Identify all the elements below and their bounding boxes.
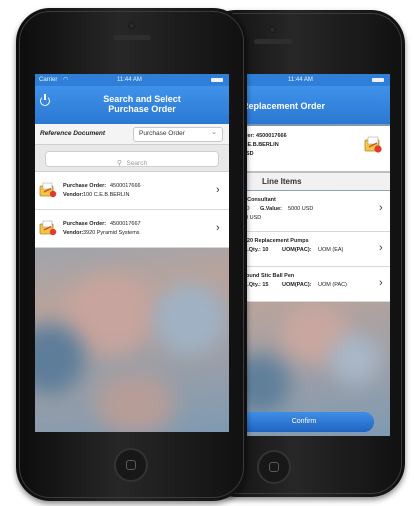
section-header: Line Items xyxy=(240,173,390,190)
item-value: 5000 USD xyxy=(288,206,314,212)
battery-icon xyxy=(211,78,223,82)
power-icon-stem xyxy=(44,94,46,100)
speaker xyxy=(113,35,151,40)
vendor-label: Vendor: xyxy=(63,192,84,198)
back-screen: 11:44 AM Replacement Order rder: 4500017… xyxy=(240,74,390,436)
page-title-line1: Search and Select xyxy=(103,94,181,104)
home-button[interactable] xyxy=(114,448,148,482)
page-title: Replacement Order xyxy=(242,101,326,111)
line-item[interactable]: Round Stic Ball Pen ut.Qty.: 15 UOM(PAC)… xyxy=(240,267,390,302)
status-time: 11:44 AM xyxy=(288,77,313,83)
battery-icon xyxy=(372,78,384,82)
speaker xyxy=(254,39,292,44)
reference-select[interactable]: Purchase Order ⌄ xyxy=(133,127,223,142)
purchase-order-row[interactable]: Purchase Order: 4500017667 Vendor: 3920 … xyxy=(35,210,229,248)
status-bar: Carrier ◠ 11:44 AM xyxy=(35,74,229,86)
reference-label: Reference Document xyxy=(40,130,106,137)
section-title: Line Items xyxy=(262,177,302,186)
chevron-right-icon[interactable]: › xyxy=(216,222,220,234)
purchase-order-icon xyxy=(39,220,57,236)
confirm-label: Confirm xyxy=(291,418,317,425)
po-number: 4500017666 xyxy=(110,183,141,189)
po-label: Purchase Order: xyxy=(63,183,107,189)
vendor-name: 100 C.E.B.BERLIN xyxy=(83,192,130,198)
page-title-line2: Purchase Order xyxy=(108,104,176,114)
order-header: rder: 4500017666 C.E.B.BERLIN USD xyxy=(240,126,390,173)
wifi-icon: ◠ xyxy=(63,77,69,83)
line-item[interactable]: -520 Replacement Pumps ut.Qty.: 10 UOM(P… xyxy=(240,232,390,267)
item-title: -520 Replacement Pumps xyxy=(242,238,309,244)
search-placeholder: Search xyxy=(126,160,148,167)
nav-bar: Search and Select Purchase Order xyxy=(35,86,229,124)
line-item[interactable]: P Consultant SD G.Value: 5000 USD 00 USD… xyxy=(240,191,390,232)
chevron-down-icon: ⌄ xyxy=(211,129,217,136)
status-bar: 11:44 AM xyxy=(240,74,390,86)
item-title: Round Stic Ball Pen xyxy=(242,273,295,279)
camera xyxy=(128,22,135,29)
vendor-label: Vendor: xyxy=(63,230,84,236)
search-bar-container: ⚲ Search xyxy=(35,145,229,172)
carrier-text: Carrier xyxy=(39,77,58,83)
status-time: 11:44 AM xyxy=(117,77,142,83)
chevron-right-icon[interactable]: › xyxy=(379,202,383,214)
po-label: Purchase Order: xyxy=(63,221,107,227)
reference-row: Reference Document Purchase Order ⌄ xyxy=(35,124,229,145)
confirm-button[interactable]: Confirm xyxy=(240,412,374,432)
item-title: P Consultant xyxy=(242,197,276,203)
item-value-label: G.Value: xyxy=(260,206,283,212)
page-title: Search and Select Purchase Order xyxy=(65,94,219,114)
item-uom-label: UOM(PAC): xyxy=(282,282,312,288)
purchase-order-icon xyxy=(39,182,57,198)
order-number: rder: 4500017666 xyxy=(242,133,287,139)
po-number: 4500017667 xyxy=(110,221,141,227)
reference-select-value: Purchase Order xyxy=(139,130,185,137)
purchase-order-row[interactable]: Purchase Order: 4500017666 Vendor: 100 C… xyxy=(35,172,229,210)
vendor-name: C.E.B.BERLIN xyxy=(242,142,279,148)
search-input[interactable]: ⚲ Search xyxy=(45,151,219,167)
chevron-right-icon[interactable]: › xyxy=(379,242,383,254)
vendor-name: 3920 Pyramid Systems xyxy=(83,230,140,236)
home-button[interactable] xyxy=(257,450,291,484)
search-icon: ⚲ xyxy=(116,160,123,167)
purchase-order-icon xyxy=(364,136,382,153)
chevron-right-icon[interactable]: › xyxy=(379,277,383,289)
chevron-right-icon[interactable]: › xyxy=(216,184,220,196)
front-screen: Carrier ◠ 11:44 AM Search and Select Pur… xyxy=(35,74,229,432)
camera xyxy=(269,26,276,33)
nav-bar: Replacement Order xyxy=(240,86,390,124)
phone-front: Carrier ◠ 11:44 AM Search and Select Pur… xyxy=(16,8,247,501)
item-uom-label: UOM(PAC): xyxy=(282,247,312,253)
item-uom: UOM (PAC) xyxy=(318,282,347,288)
item-uom: UOM (EA) xyxy=(318,247,344,253)
